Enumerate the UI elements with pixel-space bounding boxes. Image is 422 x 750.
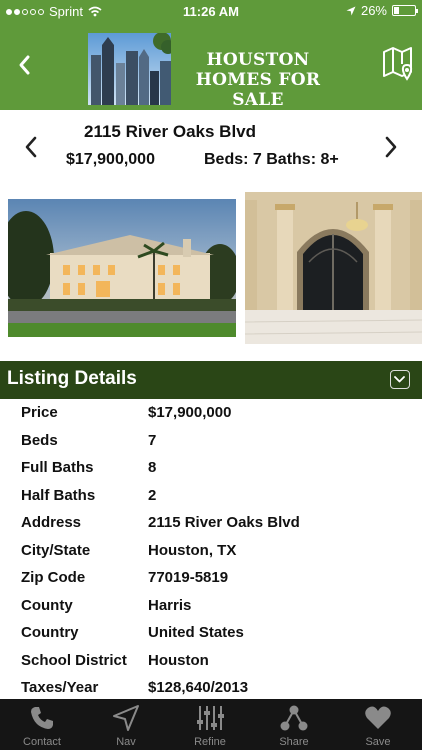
app-title-line2: HOMES FOR SALE (195, 70, 321, 110)
previous-listing-icon[interactable] (22, 134, 40, 160)
detail-value: 8 (148, 459, 157, 476)
detail-row: School District Houston (0, 648, 422, 675)
battery-icon (392, 5, 418, 16)
detail-label: Taxes/Year (21, 679, 99, 696)
detail-row: Full Baths 8 (0, 455, 422, 482)
detail-value: 2115 River Oaks Blvd (148, 514, 300, 531)
detail-value: United States (148, 624, 244, 641)
detail-value: 7 (148, 431, 157, 449)
sliders-icon (197, 706, 224, 730)
status-right: 26% (346, 3, 418, 18)
detail-value: Houston (148, 651, 209, 669)
detail-label: City/State (21, 541, 91, 559)
tab-label: Nav (116, 736, 136, 748)
detail-row: Country United States (0, 620, 422, 647)
detail-value: Harris (148, 596, 192, 614)
tab-save[interactable]: Save (336, 699, 420, 750)
detail-label: Zip Code (21, 569, 86, 586)
map-pin-icon[interactable] (382, 46, 414, 82)
app-title-line1: HOUSTON (206, 50, 310, 70)
detail-label: Address (21, 514, 82, 531)
heart-icon (365, 706, 391, 729)
detail-row: Beds 7 (0, 428, 422, 455)
battery-percent: 26% (360, 3, 387, 18)
listing-price: $17,900,000 (66, 151, 155, 168)
detail-value: 2 (148, 486, 157, 504)
tab-share[interactable]: Share (252, 699, 336, 750)
listing-address: 2115 River Oaks Blvd (84, 122, 257, 141)
collapse-button[interactable] (390, 370, 410, 389)
detail-row: Zip Code 77019-5819 (0, 565, 422, 592)
detail-row: City/State Houston, TX (0, 538, 422, 565)
chevron-left-icon[interactable] (14, 50, 34, 80)
listing-beds-baths: Beds: 7 Baths: 8+ (204, 151, 339, 168)
detail-row: Half Baths 2 (0, 483, 422, 510)
tab-label: Refine (194, 736, 226, 748)
detail-value: Houston, TX (148, 541, 237, 559)
listing-photo-interior[interactable] (245, 192, 422, 344)
detail-label: Beds (21, 431, 58, 449)
section-title: Listing Details (7, 368, 137, 389)
app-header: HOUSTON HOMES FOR SALE (0, 22, 422, 110)
detail-label: County (21, 596, 73, 614)
app-title: HOUSTON HOMES FOR SALE (176, 50, 340, 110)
detail-row: Price $17,900,000 (0, 400, 422, 427)
tab-label: Share (279, 736, 309, 748)
detail-label: Full Baths (21, 459, 94, 476)
detail-label: Price (21, 404, 58, 421)
detail-value: 77019-5819 (148, 569, 229, 586)
navigation-arrow-icon (113, 705, 139, 731)
tab-refine[interactable]: Refine (168, 699, 252, 750)
tab-contact[interactable]: Contact (0, 699, 84, 750)
chevron-down-icon (394, 376, 405, 383)
share-icon (280, 705, 308, 731)
detail-label: School District (21, 651, 127, 669)
phone-icon (31, 707, 53, 729)
tab-label: Contact (23, 736, 61, 748)
next-listing-icon[interactable] (382, 134, 400, 160)
detail-row: County Harris (0, 593, 422, 620)
tab-nav[interactable]: Nav (84, 699, 168, 750)
detail-value: $128,640/2013 (148, 679, 249, 696)
detail-label: Half Baths (21, 486, 96, 504)
detail-row: Address 2115 River Oaks Blvd (0, 510, 422, 537)
tab-label: Save (365, 736, 391, 748)
status-bar: Sprint 11:26 AM 26% (0, 0, 422, 22)
detail-row: Taxes/Year $128,640/2013 (0, 675, 422, 702)
houston-skyline-image (88, 33, 171, 105)
bottom-tab-bar: Contact Nav Refine Share Save (0, 699, 422, 750)
listing-photo-exterior[interactable] (8, 199, 236, 337)
listing-header: 2115 River Oaks Blvd $17,900,000 Beds: 7… (0, 110, 422, 190)
location-arrow-icon (346, 6, 356, 15)
detail-label: Country (21, 624, 79, 641)
listing-details-header[interactable]: Listing Details (0, 361, 422, 399)
detail-value: $17,900,000 (148, 404, 232, 421)
